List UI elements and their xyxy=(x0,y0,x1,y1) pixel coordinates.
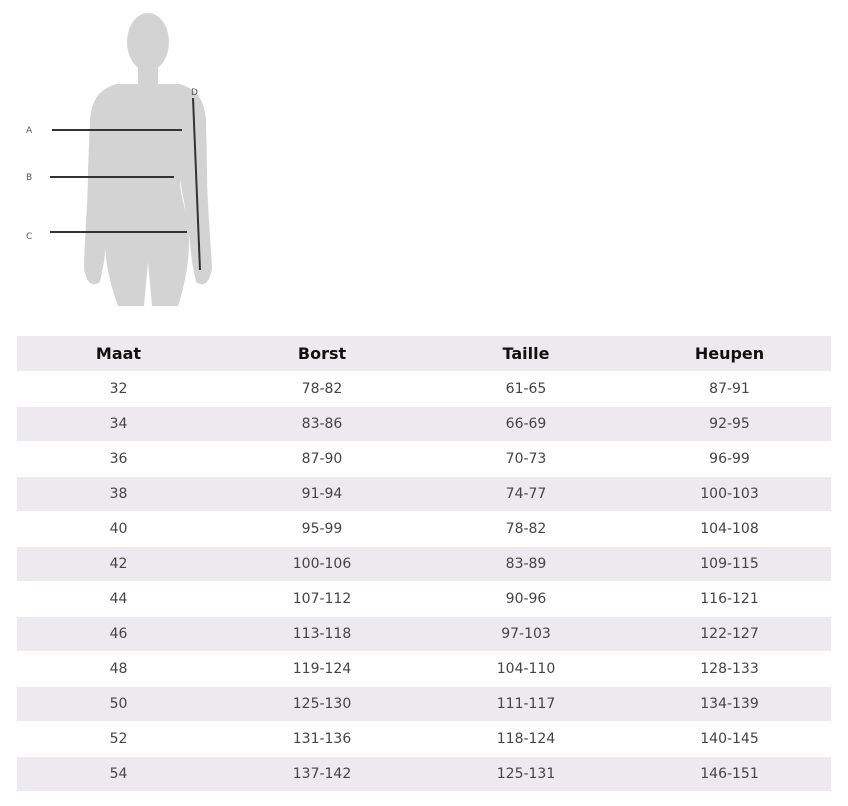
cell-heupen: 109-115 xyxy=(628,546,831,582)
cell-maat: 38 xyxy=(17,476,220,512)
table-row: 44 107-112 90-96 116-121 xyxy=(17,581,831,617)
cell-borst: 78-82 xyxy=(220,371,424,407)
header-borst: Borst xyxy=(220,336,424,372)
label-a: A xyxy=(26,126,33,136)
table-row: 32 78-82 61-65 87-91 xyxy=(17,371,831,407)
cell-borst: 137-142 xyxy=(220,756,424,792)
table-row: 46 113-118 97-103 122-127 xyxy=(17,616,831,652)
table-row: 40 95-99 78-82 104-108 xyxy=(17,511,831,547)
cell-heupen: 140-145 xyxy=(628,721,831,757)
cell-taille: 111-117 xyxy=(424,686,628,722)
cell-borst: 87-90 xyxy=(220,441,424,477)
table-row: 36 87-90 70-73 96-99 xyxy=(17,441,831,477)
cell-taille: 125-131 xyxy=(424,756,628,792)
cell-taille: 104-110 xyxy=(424,651,628,687)
label-d: D xyxy=(191,88,198,98)
cell-maat: 36 xyxy=(17,441,220,477)
cell-maat: 40 xyxy=(17,511,220,547)
table-row: 54 137-142 125-131 146-151 xyxy=(17,756,831,792)
cell-taille: 97-103 xyxy=(424,616,628,652)
body-measurement-figure: A B C D xyxy=(0,0,260,320)
table-row: 38 91-94 74-77 100-103 xyxy=(17,476,831,512)
cell-taille: 74-77 xyxy=(424,476,628,512)
table-row: 52 131-136 118-124 140-145 xyxy=(17,721,831,757)
cell-borst: 91-94 xyxy=(220,476,424,512)
cell-heupen: 100-103 xyxy=(628,476,831,512)
cell-taille: 78-82 xyxy=(424,511,628,547)
table-row: 50 125-130 111-117 134-139 xyxy=(17,686,831,722)
cell-maat: 46 xyxy=(17,616,220,652)
header-taille: Taille xyxy=(424,336,628,372)
header-heupen: Heupen xyxy=(628,336,831,372)
cell-borst: 83-86 xyxy=(220,406,424,442)
cell-maat: 54 xyxy=(17,756,220,792)
cell-heupen: 96-99 xyxy=(628,441,831,477)
cell-taille: 61-65 xyxy=(424,371,628,407)
cell-borst: 113-118 xyxy=(220,616,424,652)
cell-borst: 95-99 xyxy=(220,511,424,547)
cell-borst: 131-136 xyxy=(220,721,424,757)
cell-heupen: 146-151 xyxy=(628,756,831,792)
cell-heupen: 122-127 xyxy=(628,616,831,652)
cell-heupen: 134-139 xyxy=(628,686,831,722)
table-row: 42 100-106 83-89 109-115 xyxy=(17,546,831,582)
cell-heupen: 87-91 xyxy=(628,371,831,407)
cell-heupen: 92-95 xyxy=(628,406,831,442)
cell-borst: 125-130 xyxy=(220,686,424,722)
label-b: B xyxy=(26,173,32,183)
cell-maat: 34 xyxy=(17,406,220,442)
cell-taille: 70-73 xyxy=(424,441,628,477)
table-row: 34 83-86 66-69 92-95 xyxy=(17,406,831,442)
cell-heupen: 116-121 xyxy=(628,581,831,617)
cell-taille: 83-89 xyxy=(424,546,628,582)
table-header-row: Maat Borst Taille Heupen xyxy=(17,336,831,372)
cell-maat: 42 xyxy=(17,546,220,582)
cell-maat: 44 xyxy=(17,581,220,617)
cell-borst: 100-106 xyxy=(220,546,424,582)
cell-taille: 118-124 xyxy=(424,721,628,757)
header-maat: Maat xyxy=(17,336,220,372)
cell-borst: 107-112 xyxy=(220,581,424,617)
female-silhouette-icon: A B C D xyxy=(26,13,212,306)
cell-maat: 52 xyxy=(17,721,220,757)
size-chart-table: Maat Borst Taille Heupen 32 78-82 61-65 … xyxy=(17,336,831,792)
cell-maat: 48 xyxy=(17,651,220,687)
table-row: 48 119-124 104-110 128-133 xyxy=(17,651,831,687)
cell-heupen: 104-108 xyxy=(628,511,831,547)
cell-taille: 66-69 xyxy=(424,406,628,442)
cell-maat: 50 xyxy=(17,686,220,722)
cell-taille: 90-96 xyxy=(424,581,628,617)
cell-maat: 32 xyxy=(17,371,220,407)
label-c: C xyxy=(26,232,32,242)
cell-borst: 119-124 xyxy=(220,651,424,687)
cell-heupen: 128-133 xyxy=(628,651,831,687)
